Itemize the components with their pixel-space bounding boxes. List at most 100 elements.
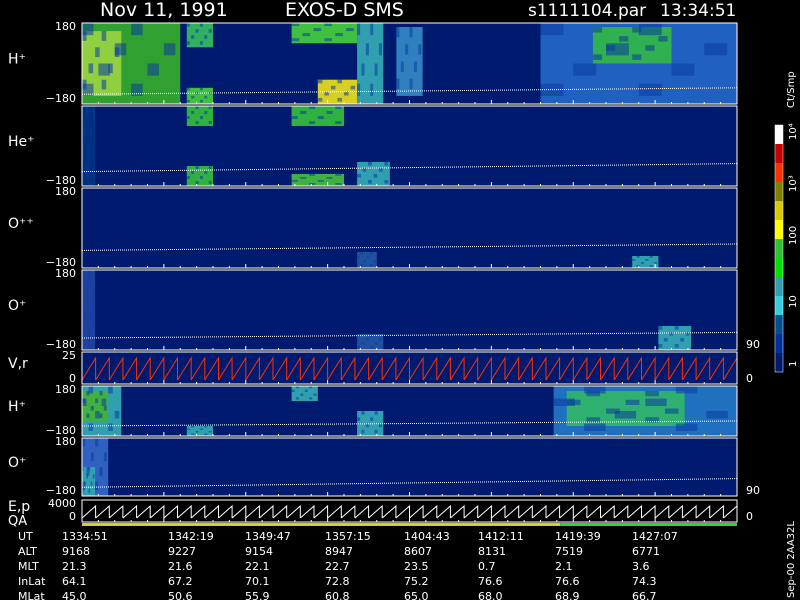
- ephem-row-name: ALT: [18, 545, 37, 558]
- speckle: [337, 79, 343, 84]
- speckle: [309, 121, 316, 124]
- colorbar-swatch: [775, 125, 783, 145]
- speckle: [195, 121, 199, 124]
- panel-2: O⁺⁺180−180: [8, 185, 738, 269]
- panel-label: V,r: [8, 356, 28, 372]
- panel-7: E,pQA40000 0: [8, 497, 753, 529]
- speckle: [92, 106, 95, 118]
- speckle: [606, 408, 620, 414]
- speckle: [680, 338, 685, 342]
- speckle: [409, 78, 413, 90]
- speckle: [357, 23, 361, 36]
- speckle: [147, 63, 159, 76]
- panel-5: H⁺180−180: [8, 383, 738, 437]
- speckle: [405, 44, 409, 55]
- ephem-value: 9154: [245, 545, 273, 558]
- speckle: [645, 45, 655, 51]
- speckle: [108, 423, 113, 431]
- speckle: [378, 168, 383, 172]
- speckle: [357, 417, 361, 421]
- speckle: [99, 467, 103, 476]
- speckle: [199, 116, 203, 119]
- ephem-value: 1349:47: [245, 530, 291, 543]
- speckle: [674, 326, 679, 330]
- speckle: [373, 174, 378, 178]
- y-max-label: 180: [55, 267, 76, 280]
- speckle: [204, 111, 208, 114]
- speckle: [366, 256, 370, 259]
- speckle: [199, 99, 203, 103]
- y-max-label: 180: [55, 435, 76, 448]
- colorbar-swatch: [775, 277, 783, 297]
- ephem-value: 1419:39: [555, 530, 601, 543]
- ephem-value: 45.0: [62, 590, 87, 600]
- panel-sublabel: QA: [8, 514, 27, 529]
- colorbar-swatch: [775, 239, 783, 259]
- colorbar-swatch: [775, 144, 783, 164]
- speckle: [370, 23, 374, 36]
- speckle: [199, 23, 203, 27]
- spectrogram-figure: Nov 11, 1991 EXOS-D SMS s1111104.par 13:…: [8, 0, 799, 600]
- speckle: [195, 431, 199, 433]
- right-label: 0: [746, 510, 753, 523]
- speckle: [204, 95, 208, 99]
- ephemeris-table: UT 1334:51 1342:19 1349:47 1357:15 1404:43 141…: [18, 530, 678, 600]
- speckle: [640, 262, 644, 264]
- speckle: [625, 399, 640, 405]
- speckle: [335, 33, 343, 37]
- speckle: [674, 344, 679, 348]
- speckle: [370, 83, 374, 96]
- ephem-value: 66.7: [632, 590, 657, 600]
- ephem-value: 68.0: [478, 590, 503, 600]
- header-date: Nov 11, 1991: [100, 0, 228, 21]
- speckle: [304, 389, 308, 392]
- speckle: [82, 31, 87, 41]
- ephem-value: 67.2: [168, 575, 193, 588]
- speckle: [186, 116, 190, 119]
- speckle: [409, 27, 413, 38]
- speckle: [291, 116, 298, 119]
- speckle: [300, 393, 304, 396]
- speckle: [291, 180, 298, 182]
- speckle: [632, 259, 636, 261]
- colorbar-swatch: [775, 163, 783, 183]
- ephem-value: 8947: [325, 545, 353, 558]
- speckle: [675, 423, 698, 431]
- speckle: [199, 41, 203, 45]
- speckle: [208, 181, 212, 184]
- speckle: [396, 78, 400, 90]
- y-max-label: 180: [55, 383, 76, 396]
- speckle: [373, 260, 376, 263]
- speckle: [313, 28, 322, 32]
- colorbar-swatch: [775, 220, 783, 240]
- panel-bg: [82, 270, 737, 350]
- speckle: [384, 180, 389, 184]
- speckle: [357, 346, 361, 349]
- speckle: [191, 111, 195, 114]
- speckle: [363, 260, 366, 263]
- speckle: [649, 265, 653, 267]
- speckle: [204, 433, 208, 435]
- header-instrument: EXOS-D SMS: [285, 0, 404, 21]
- speckle: [378, 338, 382, 341]
- colorbar-label: 10: [788, 295, 799, 308]
- speckle: [90, 481, 93, 486]
- speckle: [586, 391, 601, 397]
- speckle: [88, 423, 94, 431]
- ephem-value: 70.1: [245, 575, 270, 588]
- speckle: [317, 180, 324, 182]
- speckle: [638, 83, 662, 96]
- speckle: [540, 23, 564, 36]
- speckle: [658, 36, 668, 42]
- ephem-value: 6771: [632, 545, 660, 558]
- speckle: [95, 47, 100, 58]
- speckle: [88, 488, 91, 494]
- speckle: [313, 393, 317, 396]
- ephem-value: 60.8: [325, 590, 350, 600]
- ephem-value: 23.5: [404, 560, 429, 573]
- speckle: [654, 262, 658, 264]
- speckle: [86, 474, 88, 479]
- ephem-value: 8607: [404, 545, 432, 558]
- speckle: [300, 111, 307, 114]
- speckle: [361, 63, 365, 76]
